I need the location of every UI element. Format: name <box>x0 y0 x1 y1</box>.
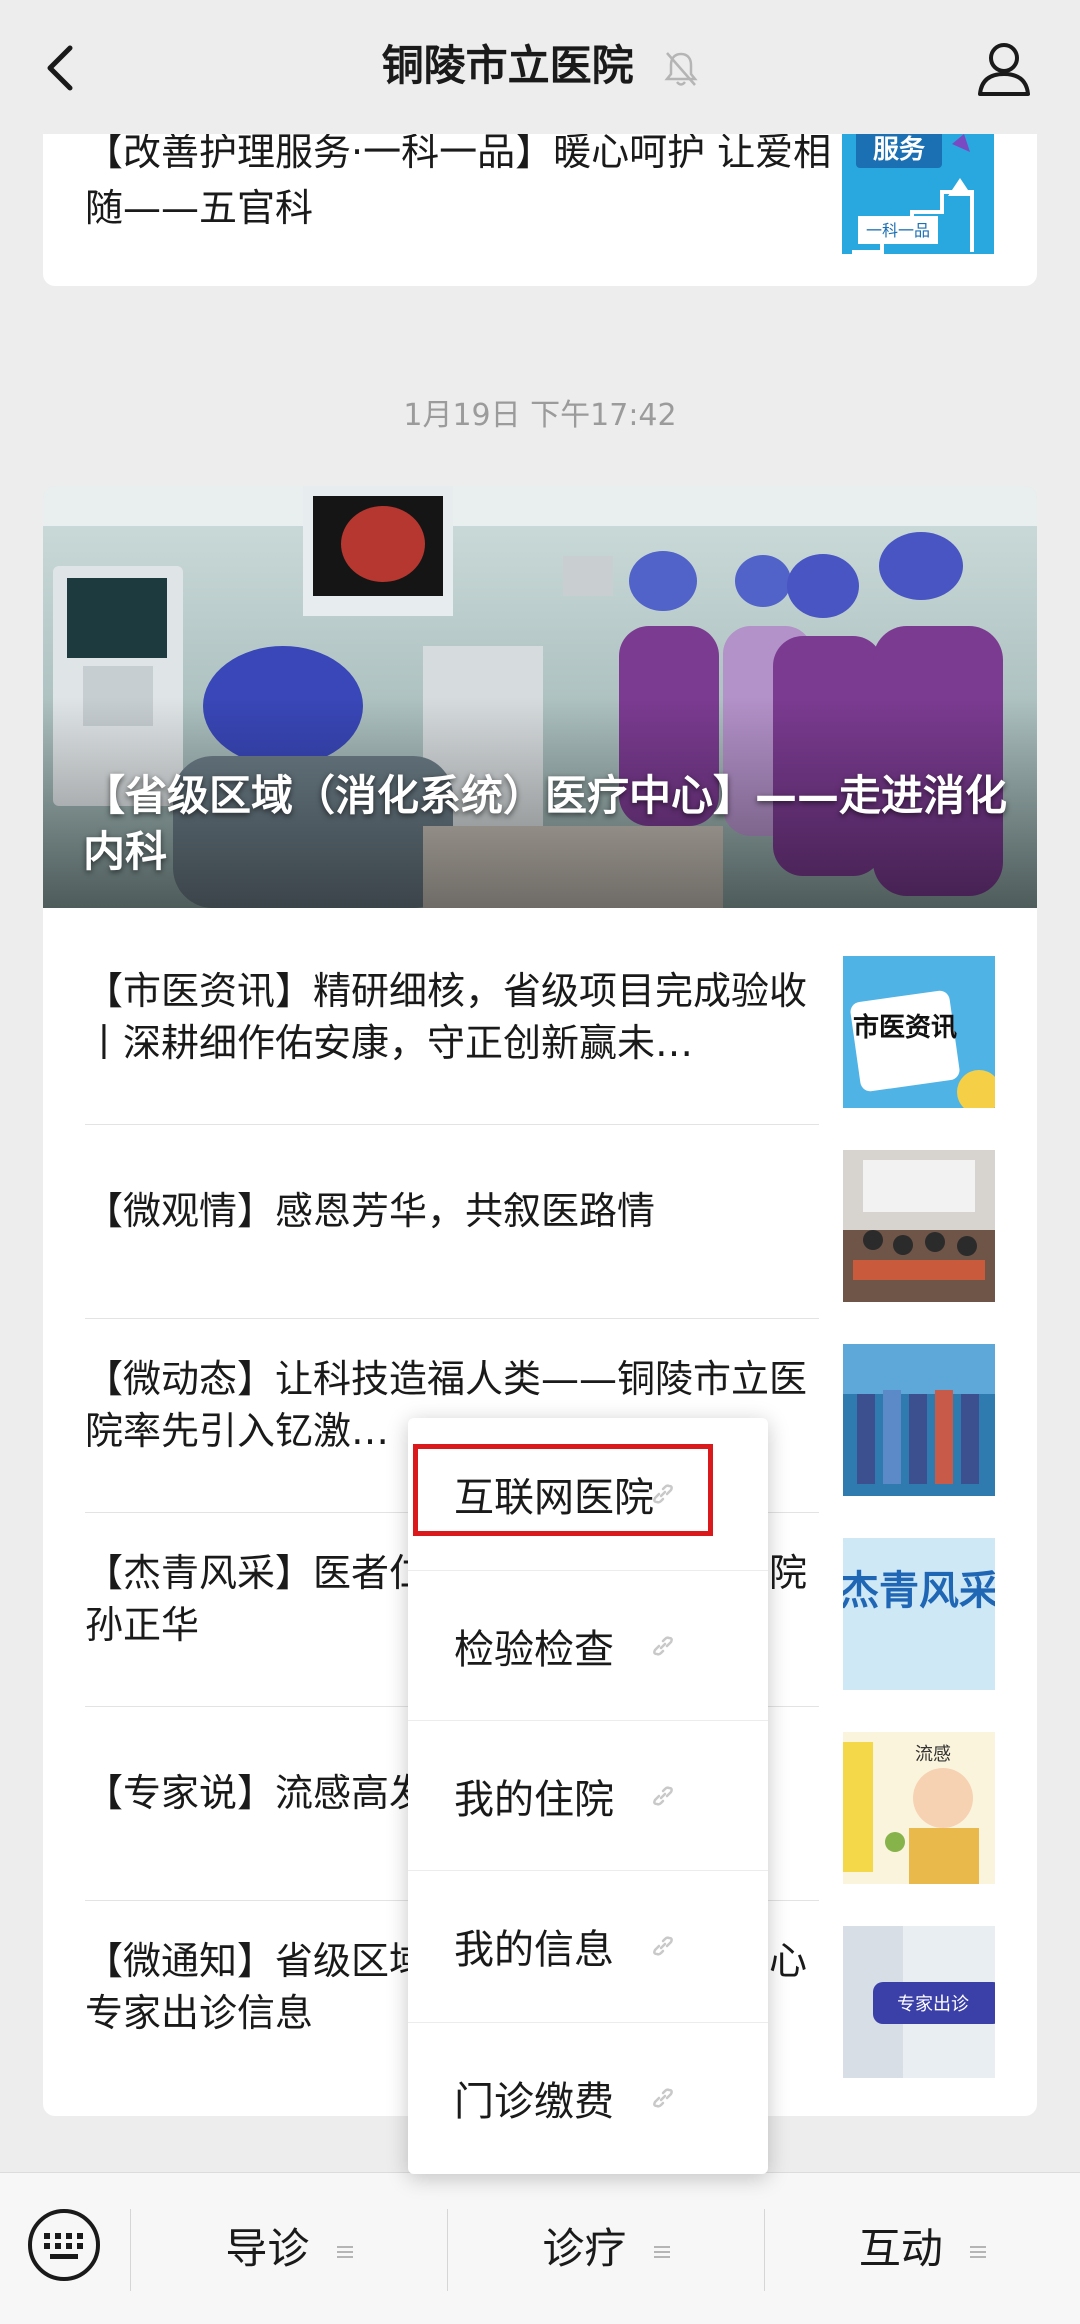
thumb-text: 服务 <box>873 135 925 165</box>
tab-label: 诊疗 <box>542 2224 627 2273</box>
tab-label: 导诊 <box>225 2224 310 2273</box>
menu-item-my-info[interactable]: 我的信息 <box>408 1870 768 2022</box>
menu-item-label: 互联网医院 <box>454 1475 654 1521</box>
article-thumbnail: 流感 <box>843 1732 995 1884</box>
article-title: 【改善护理服务·一科一品】暖心呵护 让爱相随——五官科 <box>85 130 832 230</box>
menu-item-label: 检验检查 <box>454 1627 614 1673</box>
keyboard-icon <box>28 2209 100 2281</box>
article-thumbnail: 服务 一科一品 <box>842 124 994 254</box>
menu-item-label: 我的信息 <box>454 1927 614 1973</box>
article-title: 【市医资讯】精研细核，省级项目完成验收丨深耕细作佑安康，守正创新赢未… <box>85 969 808 1065</box>
keyboard-toggle-button[interactable] <box>26 2207 102 2283</box>
list-item[interactable]: 【微观情】感恩芳华，共叙医路情 <box>85 1114 995 1308</box>
menu-item-my-hospitalization[interactable]: 我的住院 <box>408 1720 768 1872</box>
link-icon <box>653 2088 673 2108</box>
menu-item-label: 门诊缴费 <box>454 2079 614 2125</box>
link-icon <box>653 1936 673 1956</box>
thumb-text: 杰青风采 <box>843 1568 995 1614</box>
chat-header: 铜陵市立医院 <box>0 0 1080 134</box>
menu-lines-icon <box>970 2245 987 2258</box>
menu-item-lab-tests[interactable]: 检验检查 <box>408 1570 768 1722</box>
chat-title-area: 铜陵市立医院 <box>0 36 1080 96</box>
bottom-menu-bar: 导诊 诊疗 互动 <box>0 2172 1080 2324</box>
person-icon <box>978 43 1030 96</box>
article-thumbnail: 杰青风采 <box>843 1538 995 1690</box>
article-thumbnail: 专家出诊 <box>843 1926 995 2078</box>
menu-popup: 互联网医院 检验检查 我的住院 我的信息 门诊缴费 <box>408 1418 768 2174</box>
bell-off-icon <box>664 51 698 86</box>
thumb-text: 市医资讯 <box>853 1012 957 1043</box>
list-item[interactable]: 【市医资讯】精研细核，省级项目完成验收丨深耕细作佑安康，守正创新赢未… 市医资讯 <box>85 920 995 1114</box>
link-icon <box>653 1484 673 1504</box>
tab-interaction[interactable]: 互动 <box>765 2173 1080 2324</box>
tab-guide[interactable]: 导诊 <box>131 2173 447 2324</box>
menu-item-outpatient-payment[interactable]: 门诊缴费 <box>408 2022 768 2174</box>
menu-lines-icon <box>653 2245 670 2258</box>
article-title: 【微观情】感恩芳华，共叙医路情 <box>85 1189 656 1233</box>
article-thumbnail: 市医资讯 <box>843 956 995 1108</box>
menu-item-label: 我的住院 <box>454 1777 614 1823</box>
article-card-top[interactable]: 【改善护理服务·一科一品】暖心呵护 让爱相随——五官科 服务 一科一品 <box>43 110 1037 286</box>
message-timestamp: 1月19日 下午17:42 <box>403 398 677 433</box>
hero-title: 【省级区域（消化系统）医疗中心】——走进消化内科 <box>83 771 1008 876</box>
tab-treatment[interactable]: 诊疗 <box>448 2173 764 2324</box>
menu-lines-icon <box>336 2245 353 2258</box>
link-icon <box>653 1636 673 1656</box>
thumb-subtext: 一科一品 <box>866 221 930 240</box>
article-thumbnail <box>843 1344 995 1496</box>
thumb-text: 流感 <box>915 1744 951 1765</box>
tab-label: 互动 <box>858 2224 943 2273</box>
menu-item-internet-hospital[interactable]: 互联网医院 <box>408 1418 768 1570</box>
profile-button[interactable] <box>974 38 1034 98</box>
page-title: 铜陵市立医院 <box>381 41 634 90</box>
thumb-text: 专家出诊 <box>897 1994 969 2015</box>
hero-article[interactable]: 【省级区域（消化系统）医疗中心】——走进消化内科 <box>43 486 1037 908</box>
link-icon <box>653 1786 673 1806</box>
article-thumbnail <box>843 1150 995 1302</box>
